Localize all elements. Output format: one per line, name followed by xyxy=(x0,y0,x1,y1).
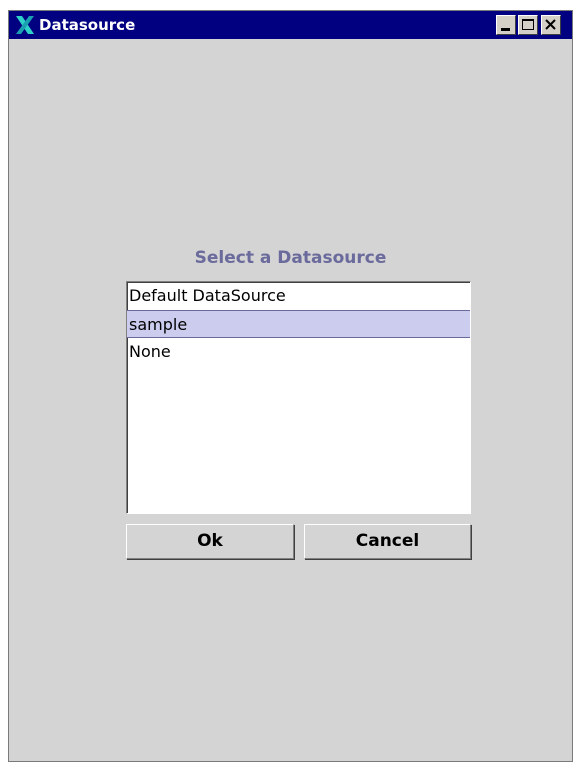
minimize-button[interactable] xyxy=(496,15,516,35)
maximize-icon xyxy=(522,19,534,30)
close-icon xyxy=(545,19,556,30)
maximize-button[interactable] xyxy=(518,15,538,35)
title-bar[interactable]: Datasource xyxy=(9,11,572,39)
list-item-default-datasource[interactable]: Default DataSource xyxy=(127,282,470,310)
datasource-window: Datasource Select a Datasource Default D… xyxy=(8,10,573,762)
x-logo-icon xyxy=(14,14,36,36)
close-button[interactable] xyxy=(541,15,561,35)
cancel-button[interactable]: Cancel xyxy=(304,524,471,559)
window-title: Datasource xyxy=(39,16,136,34)
dialog-heading: Select a Datasource xyxy=(194,248,387,268)
datasource-list[interactable]: Default DataSource sample None xyxy=(126,281,471,514)
list-item-none[interactable]: None xyxy=(127,338,470,366)
list-item-sample[interactable]: sample xyxy=(127,310,470,338)
ok-button[interactable]: Ok xyxy=(126,524,294,559)
minimize-icon xyxy=(501,28,510,31)
